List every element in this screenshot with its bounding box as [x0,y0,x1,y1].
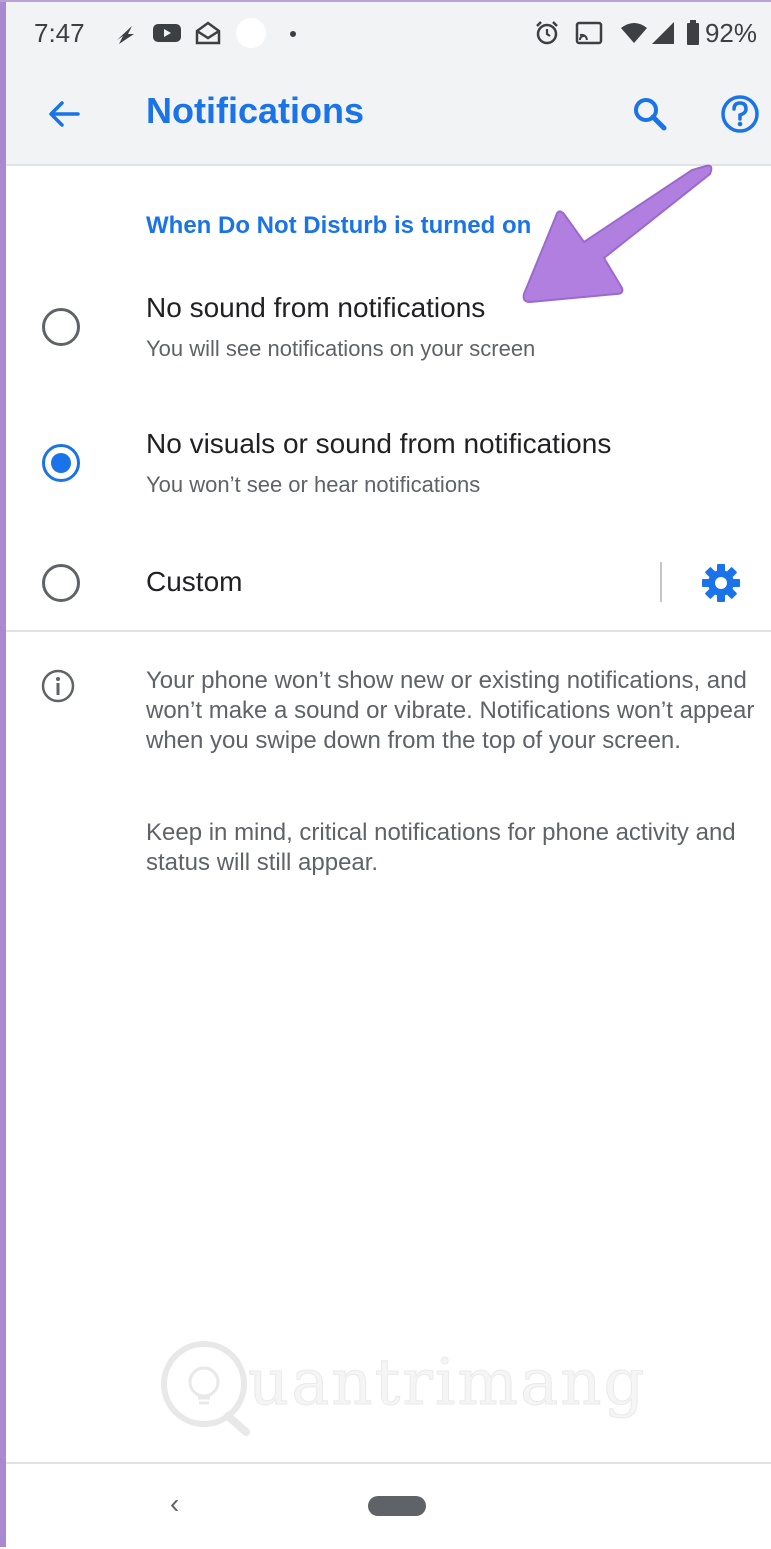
page-title: Notifications [146,90,365,131]
annotation-arrow [522,164,713,304]
info-paragraph-2: Keep in mind, critical notifications for… [146,819,736,876]
wifi-icon [621,23,647,43]
watermark-text: uantrimang [247,1346,647,1421]
info-paragraph-1: Your phone won’t show new or existing no… [146,667,755,754]
alarm-icon [536,21,558,45]
option-no-visuals-or-sound[interactable]: No visuals or sound from notifications Y… [6,424,771,514]
option-title: Custom [146,566,243,597]
watermark: uantrimang [156,1336,645,1436]
dot-icon [290,31,296,37]
option-subtitle: You won’t see or hear notifications [146,472,481,497]
radio-button[interactable] [42,564,80,602]
email-icon [195,21,221,45]
info-icon [41,669,75,703]
status-time: 7:47 [34,18,85,48]
option-custom[interactable]: Custom [6,556,771,612]
battery-percent: 92% [704,18,757,48]
help-icon[interactable] [718,92,762,136]
nav-back-button[interactable]: ‹ [170,1488,179,1520]
vertical-divider [660,562,662,602]
section-divider [6,630,771,632]
navigation-bar: ‹ [6,1462,771,1549]
radio-button-selected[interactable] [42,444,80,482]
cast-icon [575,21,603,45]
circle-icon [236,18,266,48]
youtube-icon [153,24,181,42]
signal-icon [652,22,674,44]
back-arrow-icon[interactable] [44,94,84,134]
option-subtitle: You will see notifications on your scree… [146,336,536,361]
option-title: No visuals or sound from notifications [146,428,612,459]
frame-border-left [0,0,6,1547]
search-icon[interactable] [628,92,672,136]
option-title: No sound from notifications [146,292,486,323]
app-bar: Notifications [6,64,771,166]
radio-button[interactable] [42,308,80,346]
watermark-logo-icon [161,1341,250,1436]
navigation-icon [117,26,134,44]
status-bar: 7:47 92% [6,2,771,64]
gear-icon[interactable] [700,562,742,604]
nav-home-pill[interactable] [368,1496,426,1516]
battery-icon [687,20,699,45]
section-header: When Do Not Disturb is turned on [146,212,532,239]
